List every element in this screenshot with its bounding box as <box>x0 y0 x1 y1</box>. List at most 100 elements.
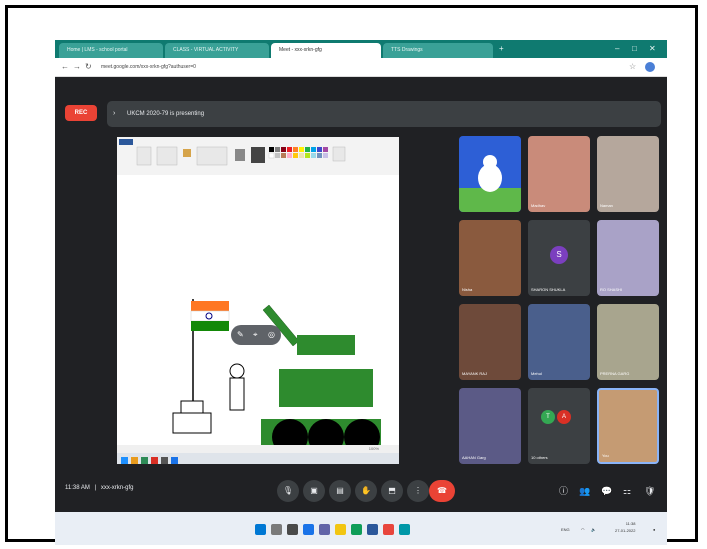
bookmark-star-icon[interactable]: ☆ <box>629 61 636 73</box>
paint-ribbon <box>117 137 399 176</box>
paint-canvas[interactable]: ✎ ⌖ ◎ <box>117 175 399 461</box>
wifi-icon[interactable]: ◠ <box>581 524 585 535</box>
end-call-button[interactable]: ☎ <box>429 480 455 502</box>
present-icon: ⬒ <box>388 486 396 495</box>
shared-screen: ✎ ⌖ ◎ 100% <box>117 137 399 464</box>
participant-tile[interactable]: RO SHASHI <box>597 220 659 296</box>
tab-label: Meet - xxx-xrkn-gfg <box>279 47 322 53</box>
maximize-button[interactable]: □ <box>632 43 637 55</box>
participant-tile[interactable]: Madhav <box>528 136 590 212</box>
flag-white-band <box>190 310 230 322</box>
participant-tile[interactable]: AAHAN Garg <box>459 388 521 464</box>
task-view-icon[interactable] <box>287 524 298 535</box>
pen-icon[interactable]: ✎ <box>237 325 244 345</box>
participant-name: AAHAN Garg <box>462 455 486 460</box>
volume-icon[interactable]: 🔈 <box>591 524 596 535</box>
tab-label: CLASS - VIRTUAL ACTIVITY <box>173 47 239 53</box>
back-icon[interactable]: ← <box>61 61 69 73</box>
url-field[interactable]: meet.google.com/xxx-xrkn-gfg?authuser=0 <box>101 61 621 73</box>
color-palette <box>268 147 328 159</box>
captions-button[interactable]: ▤ <box>329 480 351 502</box>
participant-name: MAYANK RAJ <box>462 371 487 376</box>
participant-name: Madhav <box>531 203 546 208</box>
presenting-banner[interactable]: › UKCM 2020-79 is presenting <box>107 101 661 127</box>
others-tile[interactable]: T A 10 others <box>528 388 590 464</box>
profile-avatar[interactable] <box>645 62 655 72</box>
meeting-code: xxx-xrkn-gfg <box>100 485 134 491</box>
tab-lms[interactable]: Home | LMS - school portal <box>59 43 163 58</box>
new-tab-button[interactable]: + <box>499 43 504 55</box>
minimize-button[interactable]: – <box>615 43 619 55</box>
paint-statusbar: 100% <box>117 445 399 453</box>
self-tile[interactable]: You <box>597 388 659 464</box>
search-icon[interactable] <box>271 524 282 535</box>
file-explorer-icon[interactable] <box>335 524 346 535</box>
participant-video <box>459 136 521 212</box>
phone-hangup-icon: ☎ <box>437 486 447 495</box>
tank-hull <box>279 369 373 407</box>
meeting-time: 11:38 AM <box>65 485 90 491</box>
tab-activity[interactable]: CLASS - VIRTUAL ACTIVITY <box>165 43 269 58</box>
edge-browser-icon[interactable] <box>351 524 362 535</box>
flag-green-band <box>191 321 229 331</box>
system-clock[interactable]: 11:38 27-01-2022 <box>615 520 635 534</box>
activities-icon[interactable]: ⚏ <box>623 482 631 500</box>
notification-icon[interactable]: ● <box>653 524 655 535</box>
paint-toolbar-icons <box>119 139 346 166</box>
chat-app-icon[interactable] <box>319 524 330 535</box>
participant-avatar: S <box>550 246 568 264</box>
chrome-icon[interactable] <box>383 524 394 535</box>
hand-icon: ✋ <box>361 486 371 495</box>
address-bar: ← → ↻ meet.google.com/xxx-xrkn-gfg?authu… <box>55 58 667 77</box>
camera-icon: ▣ <box>310 486 318 495</box>
camera-button[interactable]: ▣ <box>303 480 325 502</box>
raise-hand-button[interactable]: ✋ <box>355 480 377 502</box>
clock-time: 11:38 <box>625 521 636 526</box>
participant-name: Mehul <box>531 371 542 376</box>
forward-icon[interactable]: → <box>73 61 81 73</box>
clock-date: 27-01-2022 <box>615 528 636 533</box>
tab-bar: Home | LMS - school portal CLASS - VIRTU… <box>55 40 667 58</box>
host-controls-icon[interactable]: 🛡 <box>644 482 655 500</box>
recording-label: REC <box>74 110 88 116</box>
shared-taskbar-icons <box>121 457 178 464</box>
tab-drawings[interactable]: TTS Drawings <box>383 43 493 58</box>
participant-name: You <box>602 453 609 458</box>
paint-app-icon[interactable] <box>399 524 410 535</box>
participant-tile[interactable]: MAYANK RAJ <box>459 304 521 380</box>
people-icon[interactable]: 👥 <box>579 482 590 500</box>
participant-name: Naman <box>600 203 613 208</box>
flag-stand-top <box>180 400 204 414</box>
chat-icon[interactable]: 💬 <box>601 482 612 500</box>
widgets-icon[interactable] <box>303 524 314 535</box>
close-window-button[interactable]: ✕ <box>649 43 656 55</box>
participant-avatar: A <box>557 410 571 424</box>
person-body <box>229 377 245 411</box>
captions-icon: ▤ <box>336 486 344 495</box>
more-options-button[interactable]: ⋮ <box>407 480 429 502</box>
participant-name: Nisha <box>462 287 473 292</box>
mic-button[interactable]: 🎙 <box>277 480 299 502</box>
reload-icon[interactable]: ↻ <box>85 61 92 73</box>
participant-tile[interactable]: Naman <box>597 136 659 212</box>
participant-tile[interactable]: PRERNA GARG <box>597 304 659 380</box>
windows-start-icon[interactable] <box>255 524 266 535</box>
language-indicator[interactable]: ENG <box>561 524 570 535</box>
participant-tile[interactable]: Nisha <box>459 220 521 296</box>
cursor-icon[interactable]: ⌖ <box>253 325 258 345</box>
pin-icon[interactable]: ◎ <box>268 325 275 345</box>
participant-tile[interactable] <box>459 136 521 212</box>
presenting-text: UKCM 2020-79 is presenting <box>127 111 205 117</box>
chevron-right-icon: › <box>113 110 116 117</box>
info-icon[interactable]: ⓘ <box>559 482 568 500</box>
participant-tile[interactable]: S SHARON SHUKLA <box>528 220 590 296</box>
tab-label: Home | LMS - school portal <box>67 47 128 53</box>
browser-window: Home | LMS - school portal CLASS - VIRTU… <box>55 40 667 545</box>
shared-taskbar <box>117 453 399 464</box>
participant-avatar: T <box>541 410 555 424</box>
participant-tile[interactable]: Mehul <box>528 304 590 380</box>
store-icon[interactable] <box>367 524 378 535</box>
tab-meet[interactable]: Meet - xxx-xrkn-gfg <box>271 43 381 58</box>
present-button[interactable]: ⬒ <box>381 480 403 502</box>
drawing <box>172 299 381 461</box>
